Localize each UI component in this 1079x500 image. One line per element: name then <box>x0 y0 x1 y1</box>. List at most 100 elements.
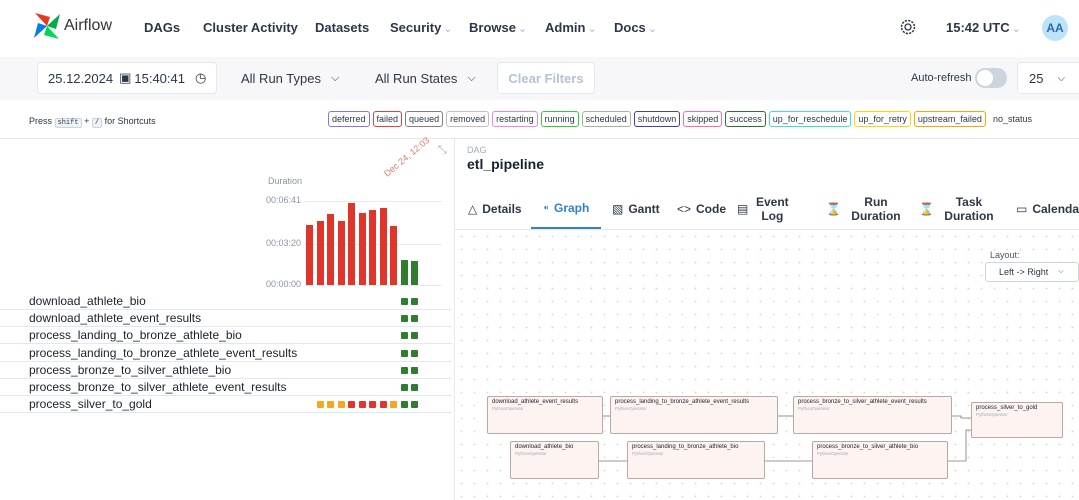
clock-menu[interactable]: 15:42 UTC ⌄ <box>946 20 1021 35</box>
state-badge-upstream-failed[interactable]: upstream_failed <box>913 111 986 127</box>
task-name[interactable]: process_landing_to_bronze_athlete_event_… <box>29 346 297 360</box>
tab-label: Details <box>482 202 522 216</box>
tab-task-duration[interactable]: ⌛ Task Duration <box>919 189 999 229</box>
task-instance-square[interactable] <box>401 384 408 391</box>
task-row[interactable]: process_bronze_to_silver_athlete_event_r… <box>0 379 452 396</box>
duration-bar[interactable] <box>306 225 313 285</box>
task-instance-square[interactable] <box>317 401 324 408</box>
graph-node[interactable]: process_landing_to_bronze_athlete_bio Py… <box>627 441 765 479</box>
nav-dags[interactable]: DAGs <box>144 20 180 35</box>
graph-node[interactable]: process_bronze_to_silver_athlete_bio Pyt… <box>812 441 948 479</box>
graph-node[interactable]: download_athlete_bio PythonOperator <box>510 441 599 479</box>
graph-node[interactable]: process_landing_to_bronze_athlete_event_… <box>610 396 778 434</box>
tab-graph[interactable]: ⁌ Graph <box>531 189 602 229</box>
task-name[interactable]: process_silver_to_gold <box>29 397 152 411</box>
task-name[interactable]: process_bronze_to_silver_athlete_bio <box>29 363 231 377</box>
duration-bar[interactable] <box>317 221 324 285</box>
task-name[interactable]: download_athlete_bio <box>29 294 146 308</box>
node-name: download_athlete_event_results <box>492 399 579 405</box>
task-instance-square[interactable] <box>369 401 376 408</box>
duration-bar[interactable] <box>380 208 387 285</box>
collapse-icon[interactable]: ⤡ <box>438 144 447 157</box>
tab-calendar[interactable]: ▭ Calendar <box>1016 189 1079 229</box>
nav-security[interactable]: Security ⌄ <box>390 20 453 35</box>
duration-bar[interactable] <box>401 260 408 285</box>
num-runs-select[interactable]: 25 ⌵ <box>1017 62 1079 94</box>
autorefresh-toggle[interactable] <box>975 68 1007 88</box>
state-badge-failed[interactable]: failed <box>372 111 403 127</box>
duration-bar[interactable] <box>338 221 345 285</box>
task-instance-square[interactable] <box>411 401 418 408</box>
state-badge-running[interactable]: running <box>540 111 579 127</box>
task-row[interactable]: process_silver_to_gold <box>0 396 452 413</box>
state-badge-deferred[interactable]: deferred <box>328 111 370 127</box>
code-icon: <> <box>677 202 692 216</box>
task-instance-square[interactable] <box>401 315 408 322</box>
run-state-select[interactable]: All Run States ⌵ <box>375 62 476 94</box>
duration-bar[interactable] <box>369 210 376 285</box>
state-badge-up-for-retry[interactable]: up_for_retry <box>854 111 911 127</box>
duration-bar[interactable] <box>348 203 355 285</box>
state-badge-skipped[interactable]: skipped <box>683 111 723 127</box>
state-badge-no-status[interactable]: no_status <box>988 111 1036 127</box>
nav-docs[interactable]: Docs ⌄ <box>614 20 657 35</box>
task-row[interactable]: process_bronze_to_silver_athlete_bio <box>0 362 452 379</box>
state-badge-restarting[interactable]: restarting <box>492 111 538 127</box>
task-instance-square[interactable] <box>411 384 418 391</box>
state-badge-success[interactable]: success <box>725 111 766 127</box>
graph-node[interactable]: download_athlete_event_results PythonOpe… <box>487 396 603 434</box>
node-operator: PythonOperator <box>492 406 524 411</box>
tab-run-duration[interactable]: ⌛ Run Duration <box>826 189 906 229</box>
task-instance-square[interactable] <box>411 315 418 322</box>
task-instance-square[interactable] <box>380 401 387 408</box>
run-type-value: All Run Types <box>241 70 321 86</box>
task-row[interactable]: process_landing_to_bronze_athlete_event_… <box>0 345 452 362</box>
nav-admin[interactable]: Admin ⌄ <box>545 20 597 35</box>
state-badge-scheduled[interactable]: scheduled <box>581 111 631 127</box>
duration-bar[interactable] <box>411 261 418 285</box>
task-instance-square[interactable] <box>390 401 397 408</box>
task-instance-square[interactable] <box>359 401 366 408</box>
task-instance-square[interactable] <box>401 332 408 339</box>
task-row[interactable]: download_athlete_bio <box>0 293 452 310</box>
nav-datasets[interactable]: Datasets <box>315 20 369 35</box>
state-badge-shutdown[interactable]: shutdown <box>633 111 681 127</box>
task-instance-square[interactable] <box>411 350 418 357</box>
task-instance-square[interactable] <box>401 367 408 374</box>
state-badge-queued[interactable]: queued <box>405 111 444 127</box>
clear-filters-button[interactable]: Clear Filters <box>497 62 595 94</box>
task-instance-square[interactable] <box>348 401 355 408</box>
task-instance-square[interactable] <box>401 298 408 305</box>
airflow-logo[interactable]: Airflow <box>32 11 112 41</box>
tab-gantt[interactable]: ▧ Gantt <box>612 189 660 229</box>
task-instance-square[interactable] <box>338 401 345 408</box>
execution-date-input[interactable]: 25.12.2024 ▣ 15:40:41 ◷ <box>37 62 217 94</box>
nav-cluster-activity[interactable]: Cluster Activity <box>203 20 298 35</box>
tab-details[interactable]: △ Details <box>468 189 522 229</box>
graph-node[interactable]: process_silver_to_gold PythonOperator <box>971 402 1063 438</box>
state-badge-removed[interactable]: removed <box>446 111 490 127</box>
task-instance-square[interactable] <box>411 332 418 339</box>
task-instance-square[interactable] <box>411 367 418 374</box>
tab-code[interactable]: <> Code <box>677 189 726 229</box>
duration-bar[interactable] <box>390 226 397 285</box>
task-instance-square[interactable] <box>401 401 408 408</box>
gear-icon[interactable] <box>898 17 918 37</box>
avatar[interactable]: AA <box>1042 15 1068 41</box>
layout-select[interactable]: Left -> Right ⌵ <box>985 262 1079 282</box>
duration-bar[interactable] <box>327 214 334 285</box>
duration-bar[interactable] <box>359 213 366 285</box>
state-badge-up-for-reschedule[interactable]: up_for_reschedule <box>768 111 852 127</box>
task-instance-square[interactable] <box>401 350 408 357</box>
tab-event-log[interactable]: ▤ Event Log <box>737 189 791 229</box>
task-instance-square[interactable] <box>411 298 418 305</box>
task-name[interactable]: process_landing_to_bronze_athlete_bio <box>29 328 242 342</box>
run-type-select[interactable]: All Run Types ⌵ <box>241 62 339 94</box>
task-instance-square[interactable] <box>327 401 334 408</box>
nav-browse[interactable]: Browse ⌄ <box>469 20 527 35</box>
task-name[interactable]: process_bronze_to_silver_athlete_event_r… <box>29 380 287 394</box>
task-name[interactable]: download_athlete_event_results <box>29 311 201 325</box>
graph-node[interactable]: process_bronze_to_silver_athlete_event_r… <box>793 396 952 434</box>
task-row[interactable]: process_landing_to_bronze_athlete_bio <box>0 327 452 344</box>
task-row[interactable]: download_athlete_event_results <box>0 310 452 327</box>
